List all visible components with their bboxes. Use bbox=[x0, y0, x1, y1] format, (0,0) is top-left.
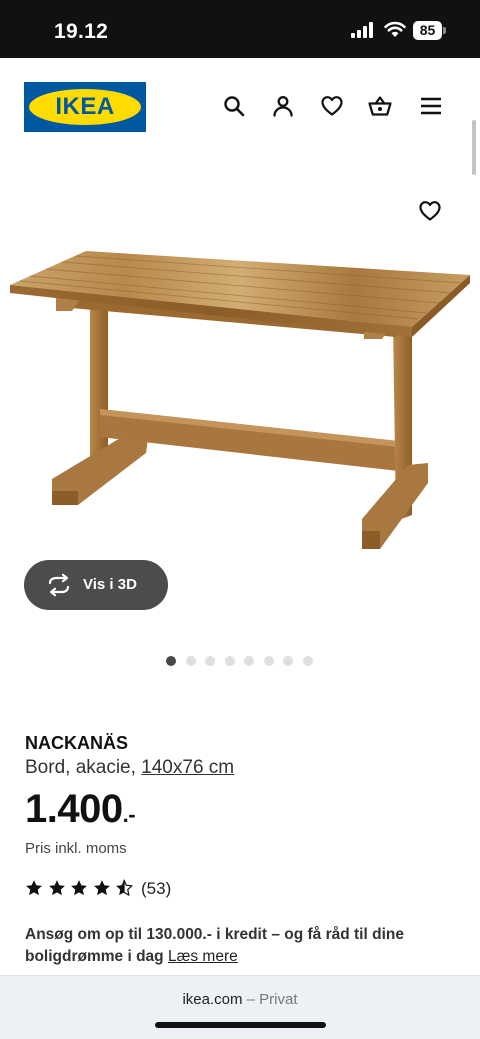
address-text[interactable]: ikea.com – Privat bbox=[0, 991, 480, 1008]
rating-count[interactable]: (53) bbox=[141, 879, 171, 899]
search-icon[interactable] bbox=[222, 94, 246, 118]
product-price: 1.400.- bbox=[25, 787, 136, 832]
cellular-signal-icon bbox=[351, 22, 373, 38]
status-bar: 19.12 85 bbox=[0, 0, 480, 58]
site-header: IKEA bbox=[0, 58, 480, 156]
star-full-icon bbox=[26, 880, 42, 896]
status-time: 19.12 bbox=[54, 20, 109, 43]
account-icon[interactable] bbox=[271, 94, 295, 118]
price-suffix: .- bbox=[122, 802, 136, 827]
rotate-arrows-icon bbox=[48, 573, 70, 597]
carousel-dot[interactable] bbox=[263, 656, 274, 666]
carousel-dot[interactable] bbox=[224, 656, 235, 666]
ikea-logo[interactable]: IKEA bbox=[24, 82, 146, 132]
url-domain: ikea.com bbox=[182, 991, 243, 1008]
carousel-dot[interactable] bbox=[185, 656, 196, 666]
credit-offer: Ansøg om op til 130.000.- i kredit – og … bbox=[25, 924, 465, 968]
menu-icon[interactable] bbox=[419, 94, 443, 118]
product-image[interactable] bbox=[0, 185, 480, 585]
view-in-3d-label: Vis i 3D bbox=[83, 576, 137, 593]
wifi-icon bbox=[384, 21, 406, 37]
shopping-bag-icon[interactable] bbox=[368, 94, 392, 118]
product-name: NACKANÄS bbox=[25, 733, 128, 753]
carousel-dot[interactable] bbox=[205, 656, 215, 666]
product-description: Bord, akacie, 140x76 cm bbox=[25, 757, 234, 779]
star-full-icon bbox=[93, 880, 110, 896]
carousel-dot[interactable] bbox=[302, 656, 313, 666]
favorite-heart-icon[interactable] bbox=[418, 199, 442, 223]
wishlist-heart-icon[interactable] bbox=[320, 94, 344, 118]
private-mode-label: – Privat bbox=[242, 991, 298, 1008]
home-indicator[interactable] bbox=[155, 1022, 326, 1028]
battery-level: 85 bbox=[413, 21, 442, 40]
carousel-dot[interactable] bbox=[283, 656, 293, 666]
vat-note: Pris inkl. moms bbox=[25, 840, 127, 857]
product-type: Bord, akacie, bbox=[25, 757, 142, 778]
read-more-link[interactable]: Læs mere bbox=[168, 948, 238, 965]
price-amount: 1.400 bbox=[25, 787, 123, 831]
carousel-dot[interactable] bbox=[244, 656, 254, 666]
product-size-link[interactable]: 140x76 cm bbox=[141, 757, 234, 778]
page-scrollbar[interactable] bbox=[472, 120, 476, 175]
star-full-icon bbox=[48, 880, 65, 896]
logo-text: IKEA bbox=[55, 93, 115, 120]
view-in-3d-button[interactable]: Vis i 3D bbox=[24, 560, 168, 610]
browser-address-bar[interactable]: ikea.com – Privat bbox=[0, 975, 480, 1039]
star-half-icon bbox=[116, 879, 133, 896]
star-full-icon bbox=[71, 880, 87, 896]
carousel-dot[interactable] bbox=[166, 656, 176, 666]
